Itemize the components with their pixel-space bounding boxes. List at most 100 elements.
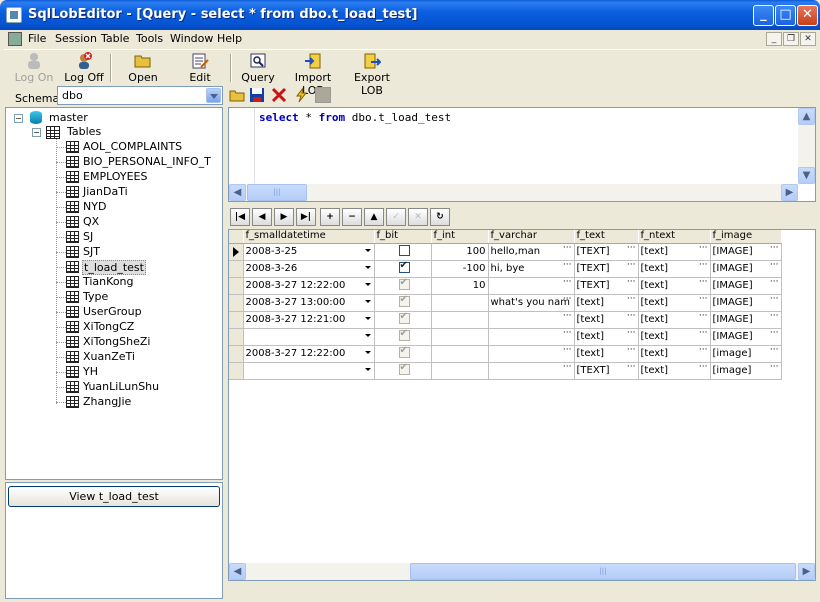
dropdown-arrow-icon[interactable] bbox=[364, 350, 371, 357]
ellipsis-icon[interactable]: ··· bbox=[627, 277, 636, 288]
collapse-icon[interactable]: − bbox=[14, 114, 23, 123]
scroll-down-icon[interactable]: ▼ bbox=[798, 167, 815, 184]
scroll-right-icon[interactable]: ▶ bbox=[798, 563, 815, 580]
menu-table[interactable]: Table bbox=[101, 32, 129, 45]
scroll-up-icon[interactable]: ▲ bbox=[798, 108, 815, 125]
ellipsis-icon[interactable]: ··· bbox=[563, 345, 572, 356]
mdi-close-button[interactable]: ✕ bbox=[800, 32, 816, 46]
menu-window[interactable]: Window bbox=[170, 32, 213, 45]
ellipsis-icon[interactable]: ··· bbox=[627, 345, 636, 356]
dropdown-arrow-icon[interactable] bbox=[364, 248, 371, 255]
cell-bit-checkbox[interactable] bbox=[398, 277, 410, 290]
refresh-button[interactable]: ↻ bbox=[430, 208, 450, 226]
ellipsis-icon[interactable]: ··· bbox=[770, 294, 779, 305]
ellipsis-icon[interactable]: ··· bbox=[770, 260, 779, 271]
table-row[interactable]: 2008-3-26 -100 hi, bye ··· [TEXT] ··· [text] ··… bbox=[229, 260, 782, 278]
database-tree[interactable]: − master − Tables AOL_COMPLAINTS BIO_PERS… bbox=[5, 107, 223, 480]
ellipsis-icon[interactable]: ··· bbox=[699, 345, 708, 356]
post-record-button[interactable]: ✓ bbox=[386, 208, 406, 226]
ellipsis-icon[interactable]: ··· bbox=[770, 277, 779, 288]
dropdown-arrow-icon[interactable] bbox=[364, 316, 371, 323]
close-button[interactable]: ✕ bbox=[797, 5, 818, 26]
table-row[interactable]: ··· [TEXT] ··· [text] ··· [image] ··· bbox=[229, 362, 782, 380]
column-header[interactable]: f_image bbox=[710, 230, 782, 244]
document-icon[interactable] bbox=[8, 32, 22, 46]
logon-button[interactable]: Log On bbox=[14, 52, 54, 84]
ellipsis-icon[interactable]: ··· bbox=[563, 260, 572, 271]
column-header[interactable]: f_bit bbox=[374, 230, 432, 244]
ellipsis-icon[interactable]: ··· bbox=[699, 277, 708, 288]
table-row[interactable]: 2008-3-27 12:22:00 ··· [text] ··· [text] ··· [… bbox=[229, 345, 782, 363]
cell-bit-checkbox[interactable] bbox=[398, 362, 410, 375]
mdi-minimize-button[interactable]: _ bbox=[766, 32, 782, 46]
ellipsis-icon[interactable]: ··· bbox=[770, 362, 779, 373]
ellipsis-icon[interactable]: ··· bbox=[699, 294, 708, 305]
edit-record-button[interactable]: ▲ bbox=[364, 208, 384, 226]
sql-editor[interactable]: select * from dbo.t_load_test ▲ ▼ ◀ ||| … bbox=[228, 107, 816, 202]
table-row[interactable]: 2008-3-27 13:00:00what's you nam···[text… bbox=[229, 294, 782, 312]
cell-bit-checkbox[interactable] bbox=[398, 260, 410, 273]
prior-record-button[interactable]: ◀ bbox=[252, 208, 272, 226]
stop-icon[interactable] bbox=[315, 87, 331, 103]
dropdown-arrow-icon[interactable] bbox=[364, 333, 371, 340]
table-row[interactable]: 2008-3-27 12:21:00 ··· [text] ··· [text] ··· [… bbox=[229, 311, 782, 329]
ellipsis-icon[interactable]: ··· bbox=[563, 294, 572, 305]
first-record-button[interactable]: |◀ bbox=[230, 208, 250, 226]
ellipsis-icon[interactable]: ··· bbox=[770, 328, 779, 339]
data-grid[interactable]: f_smalldatetime f_bit f_int f_varchar f_… bbox=[228, 229, 816, 581]
minimize-button[interactable]: _ bbox=[753, 5, 774, 26]
ellipsis-icon[interactable]: ··· bbox=[563, 243, 572, 254]
column-header[interactable]: f_int bbox=[431, 230, 489, 244]
ellipsis-icon[interactable]: ··· bbox=[627, 260, 636, 271]
cell-bit-checkbox[interactable] bbox=[398, 311, 410, 324]
column-header[interactable]: f_smalldatetime bbox=[243, 230, 375, 244]
ellipsis-icon[interactable]: ··· bbox=[627, 362, 636, 373]
table-row[interactable]: ··· [text] ··· [text] ··· [IMAGE] ··· bbox=[229, 328, 782, 346]
ellipsis-icon[interactable]: ··· bbox=[699, 260, 708, 271]
next-record-button[interactable]: ▶ bbox=[274, 208, 294, 226]
scroll-left-icon[interactable]: ◀ bbox=[229, 184, 246, 201]
scroll-right-icon[interactable]: ▶ bbox=[781, 184, 798, 201]
table-row[interactable]: 2008-3-27 12:22:00 10 ··· [TEXT] ··· [text] ··… bbox=[229, 277, 782, 295]
sql-text[interactable]: select * from dbo.t_load_test bbox=[259, 111, 451, 124]
ellipsis-icon[interactable]: ··· bbox=[770, 311, 779, 322]
cell-bit-checkbox[interactable] bbox=[398, 244, 410, 256]
open-folder-icon[interactable] bbox=[229, 87, 245, 103]
insert-record-button[interactable]: + bbox=[320, 208, 340, 226]
collapse-icon[interactable]: − bbox=[32, 128, 41, 137]
ellipsis-icon[interactable]: ··· bbox=[627, 243, 636, 254]
ellipsis-icon[interactable]: ··· bbox=[699, 362, 708, 373]
ellipsis-icon[interactable]: ··· bbox=[627, 294, 636, 305]
last-record-button[interactable]: ▶| bbox=[296, 208, 316, 226]
grid-horizontal-scrollbar[interactable]: ◀ ||| ▶ bbox=[229, 563, 815, 580]
ellipsis-icon[interactable]: ··· bbox=[563, 362, 572, 373]
delete-record-button[interactable]: − bbox=[342, 208, 362, 226]
ellipsis-icon[interactable]: ··· bbox=[699, 243, 708, 254]
menu-tools[interactable]: Tools bbox=[136, 32, 163, 45]
editor-horizontal-scrollbar[interactable]: ◀ ||| ▶ bbox=[229, 184, 798, 201]
ellipsis-icon[interactable]: ··· bbox=[563, 311, 572, 322]
dropdown-arrow-icon[interactable] bbox=[364, 299, 371, 306]
menu-help[interactable]: Help bbox=[217, 32, 242, 45]
exportlob-button[interactable]: Export LOB bbox=[344, 52, 400, 97]
schema-select[interactable]: dbo bbox=[57, 86, 223, 105]
dropdown-arrow-icon[interactable] bbox=[364, 265, 371, 272]
logoff-button[interactable]: Log Off bbox=[64, 52, 104, 84]
cancel-record-button[interactable]: ✕ bbox=[408, 208, 428, 226]
ellipsis-icon[interactable]: ··· bbox=[699, 328, 708, 339]
query-button[interactable]: Query bbox=[240, 52, 276, 84]
column-header[interactable]: f_varchar bbox=[488, 230, 575, 244]
scroll-thumb[interactable]: ||| bbox=[410, 563, 796, 580]
cell-bit-checkbox[interactable] bbox=[398, 345, 410, 358]
ellipsis-icon[interactable]: ··· bbox=[770, 243, 779, 254]
maximize-button[interactable]: □ bbox=[775, 5, 796, 26]
ellipsis-icon[interactable]: ··· bbox=[627, 328, 636, 339]
ellipsis-icon[interactable]: ··· bbox=[770, 345, 779, 356]
menu-session[interactable]: Session bbox=[55, 32, 97, 45]
column-header[interactable]: f_ntext bbox=[638, 230, 711, 244]
execute-icon[interactable] bbox=[293, 87, 309, 103]
menu-file[interactable]: File bbox=[28, 32, 46, 45]
ellipsis-icon[interactable]: ··· bbox=[699, 311, 708, 322]
editor-vertical-scrollbar[interactable]: ▲ ▼ bbox=[798, 108, 815, 184]
scroll-left-icon[interactable]: ◀ bbox=[229, 563, 246, 580]
